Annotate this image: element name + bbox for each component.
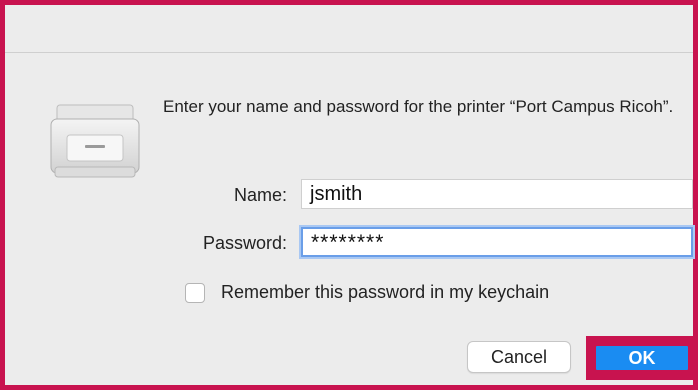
cancel-button[interactable]: Cancel — [467, 341, 571, 373]
dialog-content: Enter your name and password for the pri… — [5, 53, 698, 385]
dialog-titlebar — [5, 5, 693, 53]
password-label: Password: — [202, 233, 287, 253]
printer-icon — [47, 101, 143, 183]
ok-button-highlight: OK — [586, 336, 698, 380]
remember-label[interactable]: Remember this password in my keychain — [221, 282, 549, 303]
login-dialog: Enter your name and password for the pri… — [0, 0, 698, 390]
remember-row: Remember this password in my keychain — [185, 282, 549, 303]
remember-checkbox[interactable] — [185, 282, 205, 303]
name-field[interactable]: jsmith — [301, 179, 693, 209]
ok-button[interactable]: OK — [596, 346, 688, 370]
dialog-message: Enter your name and password for the pri… — [163, 97, 674, 116]
name-label: Name: — [233, 185, 287, 205]
password-field[interactable]: ******** — [301, 227, 693, 257]
